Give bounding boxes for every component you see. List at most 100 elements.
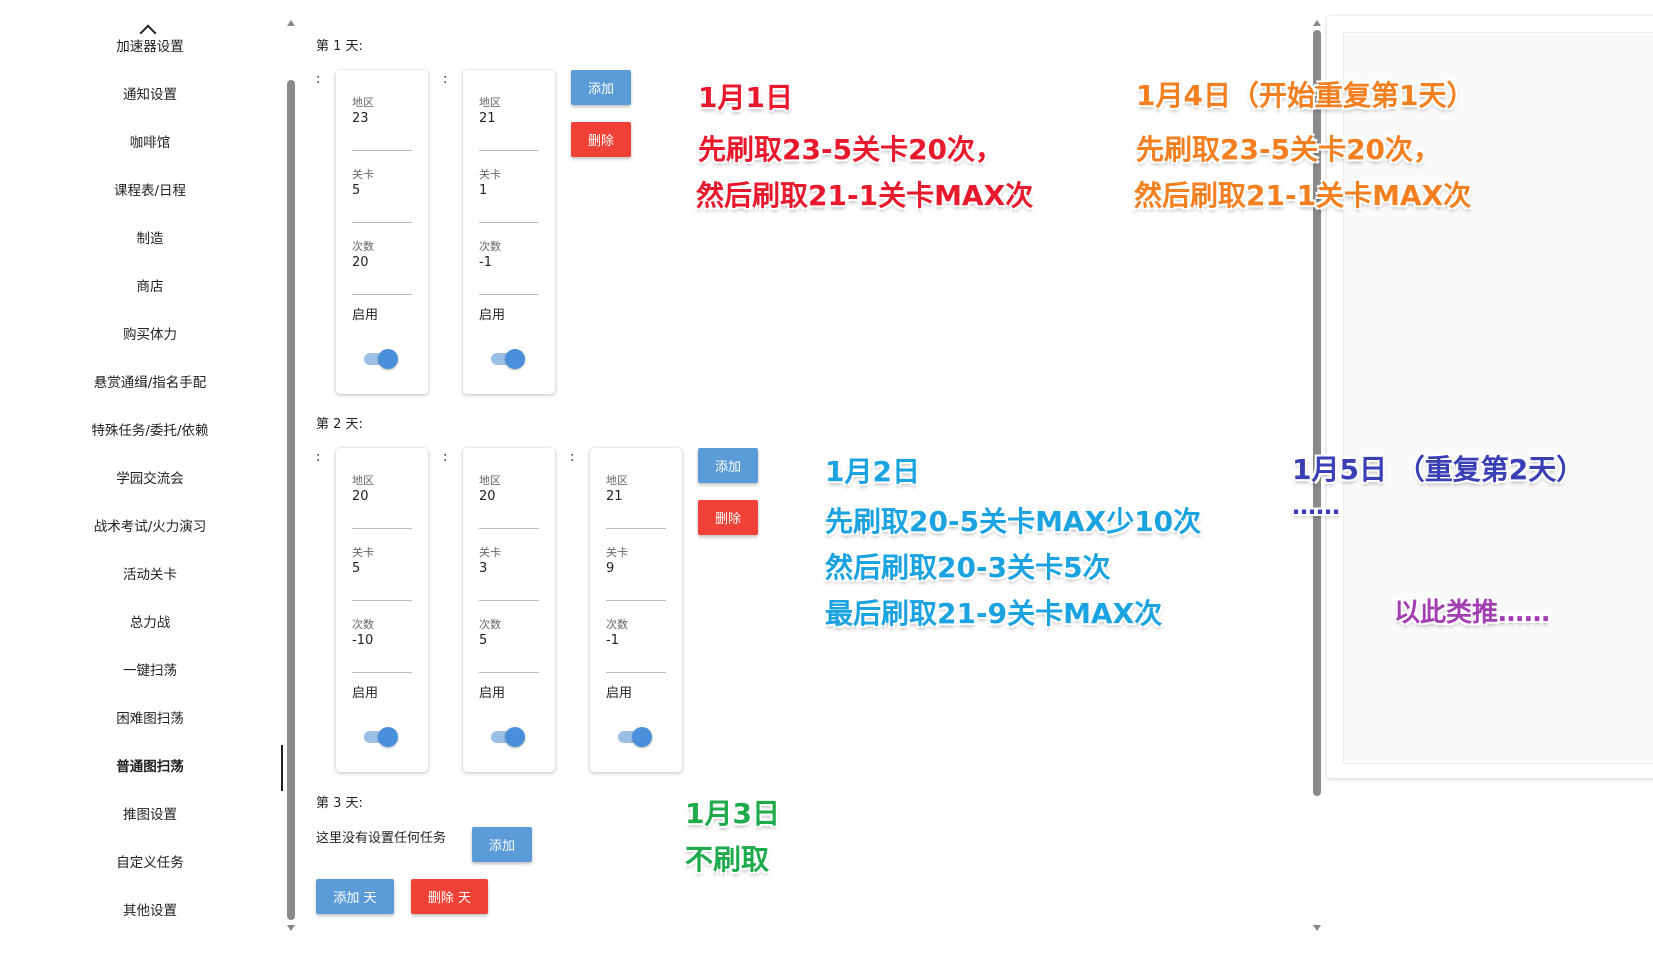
task-card-day1-1: 地区 23 关卡 5 次数 20 启用 <box>336 70 428 394</box>
enable-label: 启用 <box>479 308 506 323</box>
colon: : <box>570 450 575 465</box>
enable-label: 启用 <box>606 686 633 701</box>
area-field[interactable]: 地区 20 <box>479 472 539 529</box>
sidebar-item-hard-sweep[interactable]: 困难图扫荡 <box>0 710 300 728</box>
area-value[interactable]: 21 <box>606 489 623 504</box>
count-label: 次数 <box>352 240 374 253</box>
stage-label: 关卡 <box>479 546 501 559</box>
day-2-delete-task-button[interactable]: 删除 <box>698 500 758 535</box>
sidebar-item-push-stage[interactable]: 推图设置 <box>0 806 300 824</box>
sidebar-item-event[interactable]: 活动关卡 <box>0 566 300 584</box>
count-value[interactable]: -10 <box>352 633 373 648</box>
enable-toggle[interactable] <box>364 347 398 369</box>
sidebar-item-normal-sweep[interactable]: 普通图扫荡 <box>0 758 300 776</box>
annotation-jan2-line1: 先刷取20-5关卡MAX少10次 <box>825 505 1202 538</box>
stage-value[interactable]: 5 <box>352 183 360 198</box>
stage-label: 关卡 <box>352 546 374 559</box>
enable-label: 启用 <box>479 686 506 701</box>
colon: : <box>316 450 321 465</box>
count-label: 次数 <box>352 618 374 631</box>
annotation-jan5-title: 1月5日 （重复第2天） <box>1292 453 1585 486</box>
stage-field[interactable]: 关卡 3 <box>479 544 539 601</box>
sidebar-item-craft[interactable]: 制造 <box>0 230 300 248</box>
day-1-label: 第 1 天: <box>316 39 363 54</box>
sidebar-active-indicator <box>281 745 283 791</box>
sidebar-item-shop[interactable]: 商店 <box>0 278 300 296</box>
sidebar-item-exchange[interactable]: 学园交流会 <box>0 470 300 488</box>
sidebar-item-accelerator[interactable]: 加速器设置 <box>0 38 300 56</box>
enable-toggle[interactable] <box>364 725 398 747</box>
area-field[interactable]: 地区 20 <box>352 472 412 529</box>
sidebar-item-cafe[interactable]: 咖啡馆 <box>0 134 300 152</box>
area-value[interactable]: 23 <box>352 111 369 126</box>
delete-day-button[interactable]: 删除 天 <box>411 879 488 914</box>
stage-value[interactable]: 5 <box>352 561 360 576</box>
task-card-day2-1: 地区 20 关卡 5 次数 -10 启用 <box>336 448 428 772</box>
annotation-jan4-line2: 然后刷取21-1关卡MAX次 <box>1134 179 1472 212</box>
enable-toggle[interactable] <box>491 725 525 747</box>
colon: : <box>443 72 448 87</box>
day-2-add-task-button[interactable]: 添加 <box>698 448 758 483</box>
annotation-jan3-title: 1月3日 <box>685 797 780 830</box>
sidebar-item-buy-ap[interactable]: 购买体力 <box>0 326 300 344</box>
annotation-jan5-ellipsis: …… <box>1292 492 1340 520</box>
colon: : <box>316 72 321 87</box>
sidebar-item-custom-task[interactable]: 自定义任务 <box>0 854 300 872</box>
area-field[interactable]: 地区 23 <box>352 94 412 151</box>
count-value[interactable]: 5 <box>479 633 487 648</box>
stage-field[interactable]: 关卡 9 <box>606 544 666 601</box>
area-value[interactable]: 20 <box>352 489 369 504</box>
add-day-button[interactable]: 添加 天 <box>316 879 394 914</box>
stage-label: 关卡 <box>606 546 628 559</box>
sidebar-scroll-up-icon[interactable] <box>287 20 295 26</box>
count-label: 次数 <box>479 618 501 631</box>
day-1-delete-task-button[interactable]: 删除 <box>571 122 631 157</box>
sidebar-item-special-task[interactable]: 特殊任务/委托/依赖 <box>0 422 300 440</box>
sidebar-item-notification[interactable]: 通知设置 <box>0 86 300 104</box>
area-field[interactable]: 地区 21 <box>606 472 666 529</box>
stage-value[interactable]: 3 <box>479 561 487 576</box>
stage-value[interactable]: 1 <box>479 183 487 198</box>
sidebar-item-one-click-sweep[interactable]: 一键扫荡 <box>0 662 300 680</box>
count-value[interactable]: -1 <box>479 255 492 270</box>
sidebar-item-other[interactable]: 其他设置 <box>0 902 300 920</box>
main-scroll-down-icon[interactable] <box>1313 925 1321 931</box>
task-card-day2-2: 地区 20 关卡 3 次数 5 启用 <box>463 448 555 772</box>
count-field[interactable]: 次数 -10 <box>352 616 412 673</box>
area-field[interactable]: 地区 21 <box>479 94 539 151</box>
enable-toggle[interactable] <box>618 725 652 747</box>
sidebar-scroll-down-icon[interactable] <box>287 925 295 931</box>
area-label: 地区 <box>352 474 374 487</box>
stage-field[interactable]: 关卡 5 <box>352 166 412 223</box>
sidebar-item-total-assault[interactable]: 总力战 <box>0 614 300 632</box>
annotation-jan2-line3: 最后刷取21-9关卡MAX次 <box>825 597 1163 630</box>
count-field[interactable]: 次数 5 <box>479 616 539 673</box>
day-3-add-task-button[interactable]: 添加 <box>472 827 532 862</box>
enable-toggle[interactable] <box>491 347 525 369</box>
sidebar: 加速器设置 通知设置 咖啡馆 课程表/日程 制造 商店 购买体力 悬赏通缉/指名… <box>0 0 285 953</box>
annotation-etc: 以此类推…… <box>1394 598 1551 628</box>
main-scroll-up-icon[interactable] <box>1313 20 1321 26</box>
count-field[interactable]: 次数 -1 <box>606 616 666 673</box>
day-3-label: 第 3 天: <box>316 796 363 811</box>
stage-value[interactable]: 9 <box>606 561 614 576</box>
count-field[interactable]: 次数 -1 <box>479 238 539 295</box>
count-field[interactable]: 次数 20 <box>352 238 412 295</box>
area-value[interactable]: 21 <box>479 111 496 126</box>
task-card-day1-2: 地区 21 关卡 1 次数 -1 启用 <box>463 70 555 394</box>
annotation-jan3-line1: 不刷取 <box>685 843 770 876</box>
stage-label: 关卡 <box>352 168 374 181</box>
sidebar-scrollbar[interactable] <box>287 80 295 920</box>
count-value[interactable]: -1 <box>606 633 619 648</box>
area-label: 地区 <box>479 474 501 487</box>
stage-field[interactable]: 关卡 5 <box>352 544 412 601</box>
area-value[interactable]: 20 <box>479 489 496 504</box>
stage-field[interactable]: 关卡 1 <box>479 166 539 223</box>
sidebar-item-tactical[interactable]: 战术考试/火力演习 <box>0 518 300 536</box>
sidebar-item-bounty[interactable]: 悬赏通缉/指名手配 <box>0 374 300 392</box>
count-value[interactable]: 20 <box>352 255 369 270</box>
annotation-jan2-title: 1月2日 <box>825 455 920 488</box>
annotation-jan4-line1: 先刷取23-5关卡20次， <box>1136 133 1442 166</box>
sidebar-item-schedule[interactable]: 课程表/日程 <box>0 182 300 200</box>
day-1-add-task-button[interactable]: 添加 <box>571 70 631 105</box>
